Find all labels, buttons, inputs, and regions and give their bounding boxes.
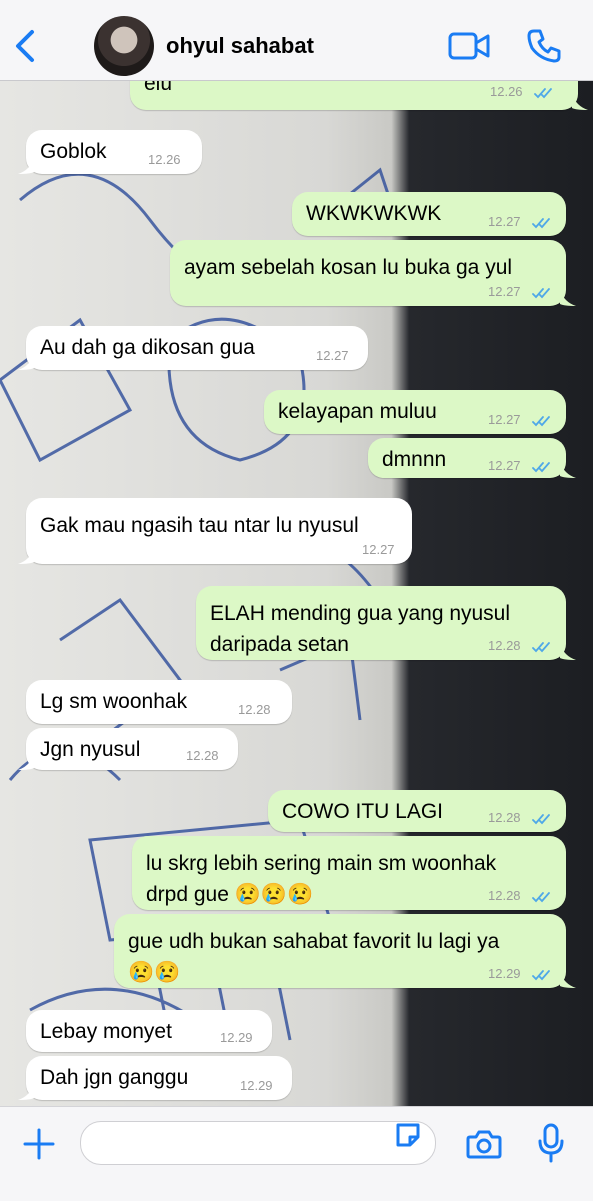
message-time: 12.28 <box>488 810 521 825</box>
plus-icon[interactable] <box>22 1127 56 1161</box>
read-ticks-icon <box>532 892 550 903</box>
read-ticks-icon <box>532 218 550 229</box>
chat-header: ohyul sahabat <box>0 0 593 81</box>
bubble-tail <box>18 354 34 370</box>
read-ticks-icon <box>532 970 550 981</box>
message-text: Lebay monyet <box>40 1020 172 1043</box>
message-time: 12.28 <box>238 702 271 717</box>
message-time: 12.27 <box>488 284 521 299</box>
outgoing-message[interactable]: ELAH mending gua yang nyusul daripada se… <box>196 586 576 660</box>
composer-bar <box>0 1106 593 1201</box>
message-text: Dah jgn ganggu <box>40 1066 189 1089</box>
outgoing-message[interactable]: WKWKWKWK 12.27 <box>292 192 566 236</box>
bubble-tail <box>560 462 576 478</box>
message-text: ayam sebelah kosan lu buka ga yul <box>184 256 513 279</box>
bubble-tail <box>572 94 588 110</box>
message-time: 12.28 <box>186 748 219 763</box>
bubble-tail <box>560 644 576 660</box>
incoming-message[interactable]: Goblok 12.26 <box>18 130 202 174</box>
outgoing-message[interactable]: ayam sebelah kosan lu buka ga yul 12.27 <box>170 240 576 306</box>
message-time: 12.27 <box>488 214 521 229</box>
video-call-icon[interactable] <box>448 30 490 62</box>
message-input[interactable] <box>80 1121 436 1165</box>
message-text: Lg sm woonhak <box>40 690 188 713</box>
avatar[interactable] <box>94 16 154 76</box>
incoming-message[interactable]: Au dah ga dikosan gua 12.27 <box>18 326 368 370</box>
message-text: Jgn nyusul <box>40 738 141 761</box>
read-ticks-icon <box>532 814 550 825</box>
phone-icon[interactable] <box>526 28 562 64</box>
message-time: 12.26 <box>148 152 181 167</box>
incoming-message[interactable]: Jgn nyusul 12.28 <box>18 728 238 770</box>
message-time: 12.29 <box>240 1078 273 1093</box>
read-ticks-icon <box>532 462 550 473</box>
read-ticks-icon <box>534 88 552 99</box>
message-text: Gak mau ngasih tau ntar lu nyusul <box>40 514 359 537</box>
incoming-message[interactable]: Gak mau ngasih tau ntar lu nyusul 12.27 <box>18 498 412 564</box>
message-time: 12.26 <box>490 84 523 99</box>
message-text: kelayapan muluu <box>278 400 437 423</box>
read-ticks-icon <box>532 642 550 653</box>
contact-name[interactable]: ohyul sahabat <box>166 33 314 59</box>
message-time: 12.27 <box>488 412 521 427</box>
incoming-message[interactable]: Lg sm woonhak 12.28 <box>26 680 292 724</box>
message-time: 12.29 <box>488 966 521 981</box>
message-text: gue udh bukan sahabat favorit lu lagi ya… <box>128 930 500 984</box>
bubble-tail <box>560 972 576 988</box>
outgoing-message[interactable]: kelayapan muluu 12.27 <box>264 390 566 434</box>
read-ticks-icon <box>532 416 550 427</box>
back-chevron-icon[interactable] <box>10 26 40 66</box>
message-time: 12.29 <box>220 1030 253 1045</box>
outgoing-message[interactable]: gue udh bukan sahabat favorit lu lagi ya… <box>114 914 576 988</box>
message-time: 12.28 <box>488 638 521 653</box>
bubble-tail <box>560 290 576 306</box>
message-time: 12.28 <box>488 888 521 903</box>
incoming-message[interactable]: Lebay monyet 12.29 <box>26 1010 272 1052</box>
outgoing-message[interactable]: lu skrg lebih sering main sm woonhak drp… <box>132 836 566 910</box>
sticker-icon[interactable] <box>394 1121 422 1149</box>
message-text: ELAH mending gua yang nyusul daripada se… <box>210 602 511 656</box>
message-text: Au dah ga dikosan gua <box>40 336 255 359</box>
bubble-tail <box>18 548 34 564</box>
camera-icon[interactable] <box>466 1129 502 1159</box>
bubble-tail <box>18 1084 34 1100</box>
bubble-tail <box>18 754 34 770</box>
message-text: lu skrg lebih sering main sm woonhak drp… <box>146 852 497 906</box>
outgoing-message[interactable]: dmnnn 12.27 <box>368 438 576 478</box>
microphone-icon[interactable] <box>538 1123 564 1163</box>
message-text: Goblok <box>40 140 107 163</box>
message-text: WKWKWKWK <box>306 202 442 225</box>
message-time: 12.27 <box>362 542 395 557</box>
read-ticks-icon <box>532 288 550 299</box>
incoming-message[interactable]: Dah jgn ganggu 12.29 <box>18 1056 292 1100</box>
bubble-tail <box>18 158 34 174</box>
message-text: COWO ITU LAGI <box>282 800 444 823</box>
message-time: 12.27 <box>488 458 521 473</box>
message-text: dmnnn <box>382 448 447 471</box>
outgoing-message[interactable]: COWO ITU LAGI 12.28 <box>268 790 566 832</box>
message-time: 12.27 <box>316 348 349 363</box>
